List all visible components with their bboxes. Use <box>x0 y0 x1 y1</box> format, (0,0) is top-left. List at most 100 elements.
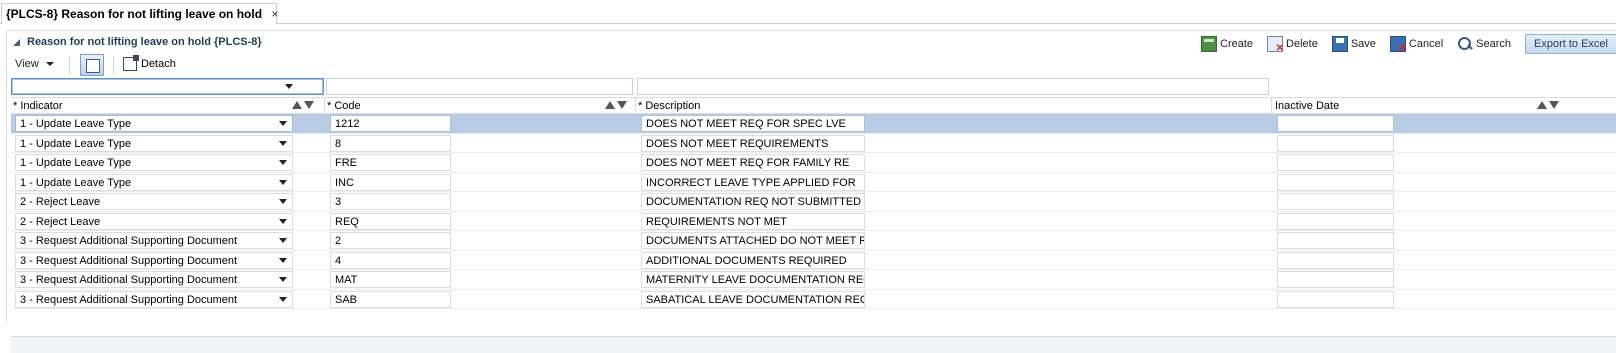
indicator-value: 2 - Reject Leave <box>20 196 101 208</box>
column-divider[interactable] <box>635 98 636 115</box>
cancel-label: Cancel <box>1408 38 1444 50</box>
description-input[interactable]: REQUIREMENTS NOT MET <box>641 212 865 230</box>
cancel-button[interactable]: Cancel <box>1389 36 1444 54</box>
code-input[interactable]: 1212 <box>330 115 451 132</box>
toolbar-divider <box>113 56 114 74</box>
code-input[interactable]: FRE <box>330 154 451 171</box>
indicator-select[interactable]: 3 - Request Additional Supporting Docume… <box>15 251 293 269</box>
indicator-select[interactable]: 3 - Request Additional Supporting Docume… <box>15 271 293 288</box>
document-tabstrip: {PLCS-8} Reason for not lifting leave on… <box>0 0 1616 24</box>
search-button[interactable]: Search <box>1457 36 1511 52</box>
sort-icon[interactable] <box>605 101 629 111</box>
description-input[interactable]: DOES NOT MEET REQ FOR FAMILY RE <box>641 154 865 171</box>
indicator-select[interactable]: 1 - Update Leave Type <box>15 173 293 191</box>
column-header-indicator[interactable]: * Indicator <box>13 100 63 112</box>
inactive-date-input[interactable] <box>1277 232 1394 249</box>
table-row[interactable]: 1 - Update Leave Type FRE DOES NOT MEET RE… <box>11 153 1616 173</box>
column-divider[interactable] <box>1271 98 1272 115</box>
inactive-date-input[interactable] <box>1277 193 1394 210</box>
inactive-date-input[interactable] <box>1277 271 1394 288</box>
inactive-date-input[interactable] <box>1277 134 1394 152</box>
table-row[interactable]: 2 - Reject Leave REQ REQUIREMENTS NOT MET <box>11 212 1616 231</box>
column-header-description[interactable]: * Description <box>638 100 700 112</box>
document-tab[interactable]: {PLCS-8} Reason for not lifting leave on… <box>1 3 278 24</box>
search-label: Search <box>1476 38 1512 50</box>
description-input[interactable]: MATERNITY LEAVE DOCUMENTATION REQUI <box>641 271 865 288</box>
indicator-select[interactable]: 1 - Update Leave Type <box>15 134 293 152</box>
detach-label: Detach <box>141 58 176 70</box>
description-input[interactable]: DOES NOT MEET REQ FOR SPEC LVE <box>641 115 865 132</box>
table-row[interactable]: 1 - Update Leave Type 1212 DOES NOT MEET R… <box>11 114 1616 134</box>
chevron-down-icon <box>279 179 287 185</box>
freeze-icon[interactable] <box>80 54 104 76</box>
action-toolbar: Create Delete Save Cancel Search Export … <box>1201 33 1616 55</box>
table-row[interactable]: 3 - Request Additional Supporting Docume… <box>11 270 1616 290</box>
horizontal-scrollbar[interactable] <box>11 336 1616 353</box>
close-icon[interactable]: × <box>271 7 278 21</box>
export-to-excel-button[interactable]: Export to Excel <box>1525 34 1616 54</box>
description-input[interactable]: DOCUMENTS ATTACHED DO NOT MEET REQ <box>641 232 865 249</box>
indicator-select[interactable]: 2 - Reject Leave <box>15 193 293 210</box>
description-input[interactable]: SABATICAL LEAVE DOCUMENTATION REQUIR <box>641 290 865 308</box>
code-input[interactable]: MAT <box>330 271 451 288</box>
code-input[interactable]: 4 <box>330 251 451 269</box>
description-input[interactable]: DOCUMENTATION REQ NOT SUBMITTED <box>641 193 865 210</box>
sort-icon[interactable] <box>1537 101 1561 111</box>
chevron-down-icon <box>279 296 287 302</box>
description-input[interactable]: DOES NOT MEET REQUIREMENTS <box>641 134 865 152</box>
chevron-down-icon <box>279 277 287 282</box>
indicator-value: 1 - Update Leave Type <box>20 157 132 169</box>
indicator-select[interactable]: 3 - Request Additional Supporting Docume… <box>15 290 293 308</box>
delete-button[interactable]: Delete <box>1267 36 1318 54</box>
indicator-select[interactable]: 1 - Update Leave Type <box>15 154 293 171</box>
inactive-date-input[interactable] <box>1277 173 1394 191</box>
table-row[interactable]: 3 - Request Additional Supporting Docume… <box>11 251 1616 270</box>
description-input[interactable]: INCORRECT LEAVE TYPE APPLIED FOR <box>641 173 865 191</box>
table-row[interactable]: 1 - Update Leave Type INC INCORRECT LEAVE … <box>11 173 1616 192</box>
detach-button[interactable]: Detach <box>123 55 176 71</box>
inactive-date-input[interactable] <box>1277 290 1394 308</box>
inactive-date-input[interactable] <box>1277 154 1394 171</box>
inactive-date-input[interactable] <box>1277 115 1394 132</box>
save-label: Save <box>1350 38 1376 50</box>
table-row[interactable]: 3 - Request Additional Supporting Docume… <box>11 231 1616 251</box>
column-header-inactive-date[interactable]: Inactive Date <box>1275 100 1339 112</box>
chevron-down-icon <box>45 62 54 67</box>
indicator-value: 3 - Request Additional Supporting Docume… <box>20 254 238 267</box>
view-menu[interactable]: View <box>15 58 54 70</box>
view-menu-label: View <box>15 58 39 70</box>
code-input[interactable]: INC <box>330 173 451 191</box>
chevron-down-icon <box>279 257 287 263</box>
table-row[interactable]: 2 - Reject Leave 3 DOCUMENTATION REQ NOT S… <box>11 192 1616 212</box>
sort-icon[interactable] <box>292 101 316 111</box>
indicator-select[interactable]: 1 - Update Leave Type <box>15 115 293 132</box>
create-button[interactable]: Create <box>1201 36 1253 52</box>
description-filter[interactable] <box>637 78 1269 95</box>
panel-title: Reason for not lifting leave on hold {PL… <box>27 36 262 48</box>
chevron-down-icon <box>279 121 287 126</box>
indicator-select[interactable]: 2 - Reject Leave <box>15 212 293 230</box>
indicator-filter[interactable] <box>11 78 324 95</box>
inactive-date-input[interactable] <box>1277 251 1394 269</box>
table-row[interactable]: 3 - Request Additional Supporting Docume… <box>11 290 1616 309</box>
description-input[interactable]: ADDITIONAL DOCUMENTS REQUIRED <box>641 251 865 269</box>
code-input[interactable]: REQ <box>330 212 451 230</box>
table-row[interactable]: 1 - Update Leave Type 8 DOES NOT MEET REQU… <box>11 134 1616 153</box>
panel-header: Reason for not lifting leave on hold {PL… <box>7 31 1616 55</box>
inactive-date-input[interactable] <box>1277 212 1394 230</box>
column-header-code[interactable]: * Code <box>327 100 361 112</box>
search-icon <box>1457 36 1473 52</box>
chevron-down-icon <box>279 160 287 165</box>
column-divider[interactable] <box>324 98 325 115</box>
indicator-value: 3 - Request Additional Supporting Docume… <box>20 274 238 286</box>
indicator-select[interactable]: 3 - Request Additional Supporting Docume… <box>15 232 293 249</box>
code-input[interactable]: 8 <box>330 134 451 152</box>
code-input[interactable]: 3 <box>330 193 451 210</box>
code-input[interactable]: 2 <box>330 232 451 249</box>
filter-row <box>11 77 1616 97</box>
save-button[interactable]: Save <box>1331 36 1376 52</box>
collapse-icon[interactable] <box>13 39 20 46</box>
code-filter[interactable] <box>326 78 633 95</box>
chevron-down-icon <box>279 218 287 224</box>
code-input[interactable]: SAB <box>330 290 451 308</box>
